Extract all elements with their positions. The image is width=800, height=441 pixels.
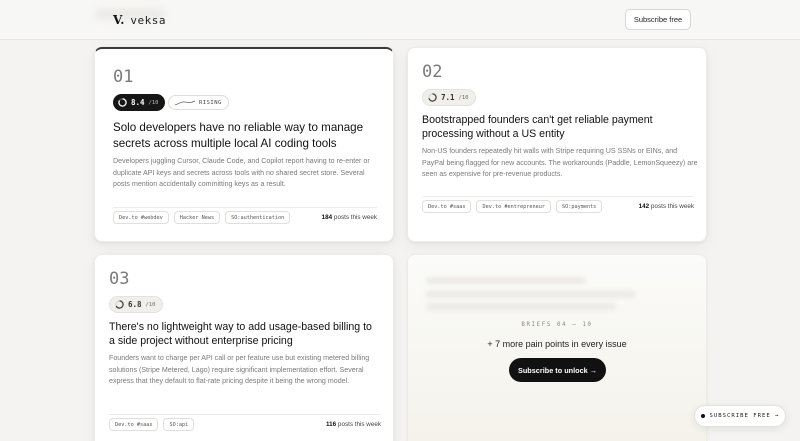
brief-title[interactable]: There's no lightweight way to add usage-…: [109, 320, 379, 348]
tag[interactable]: Dev.to #webdev: [113, 211, 169, 224]
brief-description: Developers juggling Cursor, Claude Code,…: [113, 157, 370, 189]
locked-briefs-card: BRIEFS 04 – 10 + 7 more pain points in e…: [407, 254, 707, 441]
score-value: 8.4: [131, 98, 145, 107]
posts-suffix: posts this week: [649, 203, 694, 210]
brief-title[interactable]: Bootstrapped founders can't get reliable…: [422, 113, 692, 141]
brief-card-02[interactable]: 02 7.1 /10 Bootstrapped founders can't g…: [407, 47, 707, 242]
brand-name: veksa: [130, 13, 167, 27]
brief-footer: Dev.to #webdev Hacker News SO:authentica…: [113, 207, 377, 227]
tag[interactable]: SO:payments: [555, 200, 603, 213]
brief-description: Founders want to charge per API call or …: [109, 354, 370, 386]
score-ring-icon: [428, 93, 437, 102]
brief-card-01[interactable]: 01 8.4 /10 RISING Solo developers have n…: [94, 47, 394, 242]
score-ring-icon: [118, 98, 127, 107]
score-value: 6.8: [128, 300, 142, 309]
tag[interactable]: Dev.to #saas: [422, 200, 472, 213]
score-badge: 6.8 /10: [109, 296, 164, 313]
status-dot-icon: [700, 414, 705, 418]
more-pain-points-text: + 7 more pain points in every issue: [487, 339, 627, 349]
score-badge: 7.1 /10: [422, 89, 477, 106]
floating-subscribe-button[interactable]: SUBSCRIBE FREE →: [694, 405, 786, 427]
brief-title[interactable]: Solo developers have no reliable way to …: [113, 120, 385, 151]
floating-subscribe-label: SUBSCRIBE FREE →: [709, 413, 780, 419]
brief-description: Non-US founders repeatedly hit walls wit…: [422, 147, 698, 179]
posts-count: 142 posts this week: [639, 203, 694, 210]
trend-line-icon: [175, 100, 195, 105]
tag[interactable]: SO:authentication: [225, 211, 291, 224]
blurred-placeholder: [426, 291, 636, 298]
tag-list: Dev.to #saas SO:api: [109, 418, 195, 431]
score-badge: 8.4 /10: [113, 94, 166, 111]
brief-footer: Dev.to #saas SO:api 116 posts this week: [109, 414, 381, 434]
posts-count: 184 posts this week: [322, 214, 377, 221]
brief-number: 02: [422, 62, 443, 82]
score-max: /10: [458, 94, 469, 101]
blurred-placeholder: [426, 277, 586, 284]
brief-card-03[interactable]: 03 6.8 /10 There's no lightweight way to…: [94, 254, 394, 441]
tag[interactable]: SO:api: [163, 418, 195, 431]
tag-list: Dev.to #webdev Hacker News SO:authentica…: [113, 211, 291, 224]
briefs-range-label: BRIEFS 04 – 10: [521, 322, 593, 328]
header-subscribe-button[interactable]: Subscribe free: [625, 9, 691, 30]
brief-footer: Dev.to #saas Dev.to #entrepreneur SO:pay…: [422, 196, 694, 216]
top-header: V. veksa Subscribe free: [0, 0, 800, 40]
trend-label: RISING: [199, 99, 222, 106]
blurred-placeholder: [426, 303, 616, 310]
brand-logo[interactable]: V. veksa: [113, 13, 166, 27]
trend-badge: RISING: [168, 95, 229, 110]
tag[interactable]: Hacker News: [173, 211, 221, 224]
score-value: 7.1: [441, 93, 455, 102]
brand-mark: V.: [113, 13, 125, 27]
tag[interactable]: Dev.to #entrepreneur: [476, 200, 551, 213]
tag-list: Dev.to #saas Dev.to #entrepreneur SO:pay…: [422, 200, 603, 213]
posts-suffix: posts this week: [332, 214, 377, 221]
posts-suffix: posts this week: [336, 421, 381, 428]
score-max: /10: [145, 301, 156, 308]
posts-number: 116: [326, 421, 337, 428]
score-ring-icon: [115, 300, 124, 309]
tag[interactable]: Dev.to #saas: [109, 418, 159, 431]
posts-number: 142: [638, 203, 650, 210]
brief-number: 01: [113, 67, 134, 87]
posts-count: 116 posts this week: [326, 421, 381, 428]
score-max: /10: [148, 99, 159, 106]
subscribe-unlock-button[interactable]: Subscribe to unlock →: [509, 358, 606, 382]
brief-number: 03: [109, 269, 130, 289]
posts-number: 184: [321, 214, 333, 221]
